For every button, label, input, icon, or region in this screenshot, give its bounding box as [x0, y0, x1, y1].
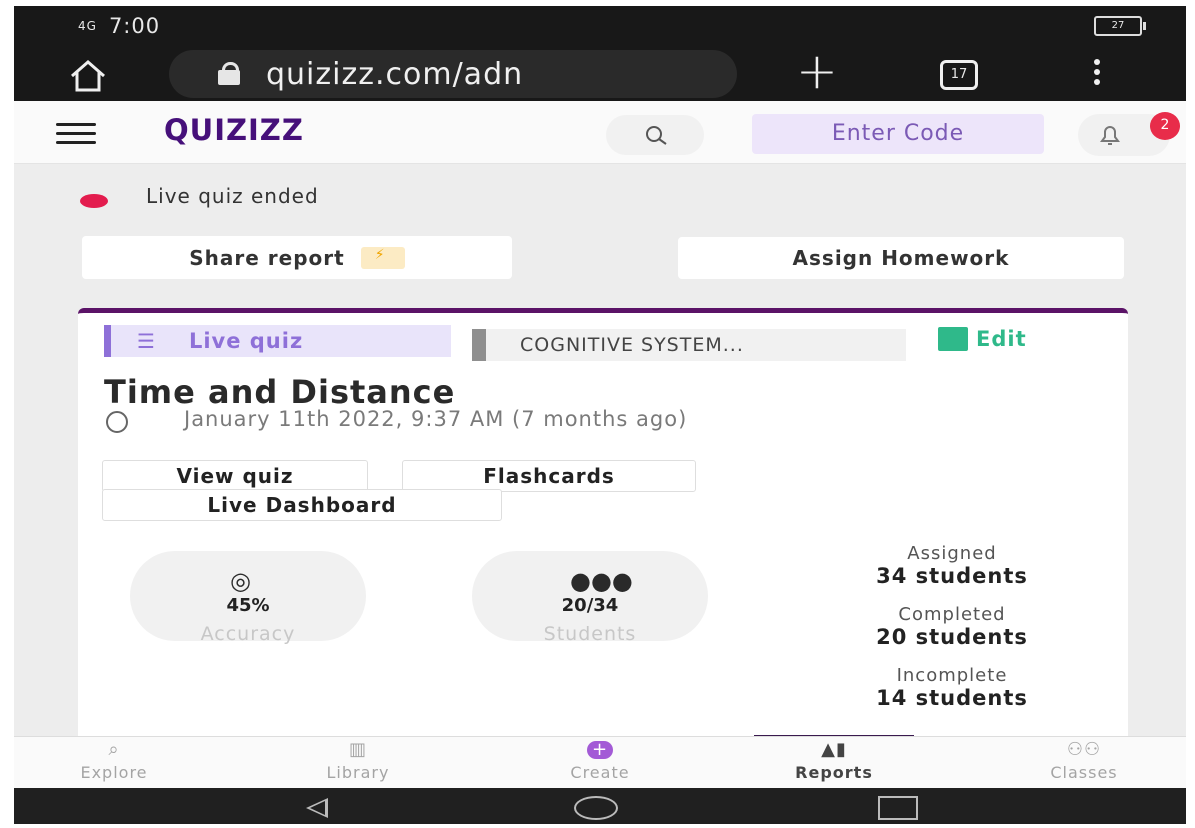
bottom-navigation: ⌕ Explore ▥ Library + Create ▲▮ Reports … [14, 736, 1186, 789]
view-quiz-button[interactable]: View quiz [102, 460, 368, 492]
home-icon[interactable] [68, 56, 108, 96]
back-icon-inner [310, 801, 325, 815]
signal-indicator: 4G [78, 19, 97, 33]
assign-homework-label: Assign Homework [792, 246, 1010, 270]
hamburger-menu-icon[interactable] [56, 123, 96, 150]
search-icon: ⌕ [108, 739, 120, 760]
share-report-label: Share report [189, 245, 345, 270]
live-quiz-label: Live quiz [188, 329, 304, 353]
plus-icon: + [520, 737, 680, 763]
recents-icon[interactable] [878, 796, 918, 820]
incomplete-label: Incomplete [896, 665, 1008, 686]
chart-icon: ▲▮ [821, 739, 847, 760]
nav-reports-label: Reports [795, 763, 873, 782]
quizizz-header: QUIZIZZ Enter Code [14, 101, 1186, 164]
class-color-bar [472, 329, 486, 361]
students-label: Students [543, 623, 637, 645]
quiz-title: Time and Distance [104, 373, 456, 411]
completed-label: Completed [898, 604, 1006, 625]
search-button[interactable] [606, 115, 704, 155]
tab-switcher-button[interactable]: 17 [940, 60, 978, 90]
browser-chrome: 4G 7:00 27 quizizz.com/adn + 17 [14, 6, 1186, 101]
live-quiz-tag: ☰ Live quiz [104, 325, 451, 357]
lock-icon [216, 62, 244, 86]
status-time: 7:00 [108, 14, 161, 38]
class-name: COGNITIVE SYSTEM... [520, 334, 744, 356]
new-tab-button[interactable]: + [796, 46, 838, 96]
nav-library[interactable]: ▥ Library [278, 737, 438, 782]
enter-code-button[interactable]: Enter Code [752, 114, 1044, 154]
nav-create[interactable]: + Create [520, 737, 680, 783]
nav-library-label: Library [326, 763, 390, 782]
library-icon: ▥ [348, 739, 367, 760]
search-icon [646, 126, 667, 145]
url-bar[interactable]: quizizz.com/adn [169, 50, 737, 98]
nav-explore-label: Explore [80, 763, 148, 782]
lightning-icon [360, 246, 405, 269]
flashcards-label: Flashcards [483, 464, 615, 488]
target-icon: ◎ [230, 567, 251, 595]
users-icon: ●●● [570, 567, 633, 595]
status-bar-left: 4G 7:00 [78, 14, 160, 38]
android-navigation-bar [14, 788, 1186, 824]
nav-classes[interactable]: ⚇⚇ Classes [1004, 737, 1164, 782]
nav-explore[interactable]: ⌕ Explore [34, 737, 194, 782]
quiz-date: January 11th 2022, 9:37 AM (7 months ago… [184, 407, 688, 431]
status-bar-right: 27 [1094, 16, 1146, 36]
list-icon: ☰ [137, 329, 155, 353]
live-status-dot [80, 194, 108, 208]
live-dashboard-label: Live Dashboard [207, 493, 397, 517]
accuracy-value: 45% [226, 595, 270, 616]
flashcards-button[interactable]: Flashcards [402, 460, 696, 492]
students-value: 20/34 [561, 595, 619, 616]
nav-create-label: Create [570, 763, 630, 782]
quizizz-logo: QUIZIZZ [164, 113, 304, 147]
assign-homework-button[interactable]: Assign Homework [678, 237, 1124, 279]
edit-icon [938, 327, 968, 351]
screenshot-frame: 4G 7:00 27 quizizz.com/adn + 17 QUIZIZZ … [0, 0, 1195, 828]
share-report-button[interactable]: Share report [82, 236, 512, 279]
edit-button[interactable]: Edit [938, 327, 1027, 351]
assigned-value: 34 students [876, 564, 1028, 588]
notification-badge: 2 [1150, 112, 1180, 140]
nav-reports[interactable]: ▲▮ Reports [754, 737, 914, 782]
completed-value: 20 students [876, 625, 1028, 649]
assigned-label: Assigned [907, 543, 997, 564]
accuracy-label: Accuracy [200, 623, 296, 645]
quiz-report-card: ☰ Live quiz COGNITIVE SYSTEM... Edit Tim… [78, 308, 1128, 743]
bell-icon [1100, 126, 1120, 145]
classes-icon: ⚇⚇ [1066, 739, 1102, 760]
home-circle-icon[interactable] [574, 796, 618, 820]
incomplete-value: 14 students [876, 686, 1028, 710]
url-text: quizizz.com/adn [266, 56, 524, 92]
live-dashboard-button[interactable]: Live Dashboard [102, 489, 502, 521]
edit-label: Edit [976, 327, 1027, 351]
live-status-text: Live quiz ended [146, 184, 319, 208]
battery-icon: 27 [1094, 16, 1146, 36]
nav-classes-label: Classes [1050, 763, 1118, 782]
phone-screen: 4G 7:00 27 quizizz.com/adn + 17 QUIZIZZ … [14, 6, 1186, 824]
menu-icon[interactable] [1094, 59, 1100, 85]
view-quiz-label: View quiz [176, 464, 294, 488]
class-tag: COGNITIVE SYSTEM... [472, 329, 906, 361]
student-summary: Assigned 34 students Completed 20 studen… [782, 543, 1122, 726]
